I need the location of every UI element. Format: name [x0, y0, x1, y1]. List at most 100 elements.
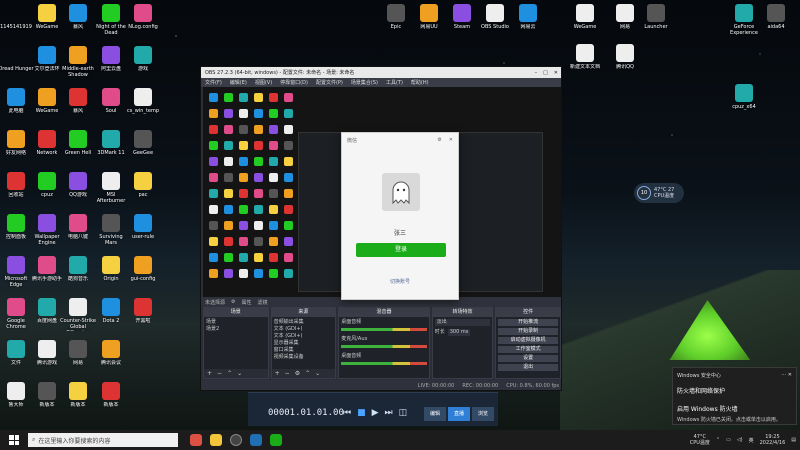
wechat-login-button[interactable]: 登录: [356, 243, 446, 257]
right-2-icon-0[interactable]: Launcher: [638, 4, 674, 30]
control-button-2[interactable]: 启动虚拟摄像机: [498, 337, 558, 344]
top-4-icon-0[interactable]: 网易云: [510, 4, 546, 30]
obs-menu-0[interactable]: 文件(F): [205, 79, 222, 86]
start-button[interactable]: [6, 432, 22, 448]
source-item-5[interactable]: 视频采集设备: [274, 354, 334, 361]
left-col3-icon-3[interactable]: Green Hell: [60, 130, 96, 156]
wechat-icon[interactable]: [270, 434, 282, 446]
left-col3-icon-6[interactable]: 酷狗音乐: [60, 256, 96, 282]
top-1-icon-0[interactable]: 网易UU: [411, 4, 447, 30]
control-button-1[interactable]: 开始录制: [498, 328, 558, 335]
left-col3-icon-9[interactable]: 新版本: [60, 382, 96, 408]
obs-menu-5[interactable]: 场景集合(S): [351, 79, 378, 86]
next-icon[interactable]: ⏭: [385, 408, 393, 418]
chrome-icon[interactable]: [190, 434, 202, 446]
left-col4-icon-6[interactable]: Origin: [93, 256, 129, 282]
add-icon[interactable]: +: [207, 370, 212, 377]
left-col4-icon-9[interactable]: 新版本: [93, 382, 129, 408]
left-col5-icon-4[interactable]: pac: [125, 172, 161, 198]
prev-icon[interactable]: ⏮: [343, 408, 351, 418]
taskbar-search-input[interactable]: ⌕ 在这里输入你要搜索的内容: [28, 433, 178, 447]
scene-item-1[interactable]: 场景2: [206, 326, 266, 333]
left-col5-icon-5[interactable]: user-rule: [125, 214, 161, 240]
source-item-2[interactable]: 文本 (GDI+): [274, 333, 334, 340]
close-icon[interactable]: ✕: [554, 70, 558, 76]
left-col3-icon-5[interactable]: 电脑八键: [60, 214, 96, 240]
obs-menu-2[interactable]: 视图(V): [255, 79, 272, 86]
minimize-icon[interactable]: –: [535, 70, 538, 76]
source-item-1[interactable]: 文本 (GDI+): [274, 326, 334, 333]
left-col4-icon-7[interactable]: Dota 2: [93, 298, 129, 324]
right-3-icon-0[interactable]: GeForce Experience: [726, 4, 762, 36]
right-0-icon-0[interactable]: WeGame: [567, 4, 603, 30]
wechat-titlebar[interactable]: 微信 ⚙ ✕: [342, 133, 458, 147]
control-button-3[interactable]: 工作室模式: [498, 346, 558, 353]
vr-icon[interactable]: ◫: [399, 408, 408, 418]
control-button-4[interactable]: 设置: [498, 355, 558, 362]
left-col5-icon-2[interactable]: cs_win_temp: [125, 88, 161, 114]
more-icon[interactable]: ⋯: [781, 372, 786, 378]
left-col4-icon-0[interactable]: Night of the Dead: [93, 4, 129, 36]
remove-icon[interactable]: −: [285, 370, 290, 377]
left-col3-icon-8[interactable]: 网易: [60, 340, 96, 366]
obs-titlebar[interactable]: OBS 27.2.3 (64-bit, windows) - 配置文件: 未命名…: [201, 67, 561, 78]
left-col5-icon-0[interactable]: NLog.config: [125, 4, 161, 30]
steam-icon[interactable]: [250, 434, 262, 446]
left-col3-icon-2[interactable]: 暴风: [60, 88, 96, 114]
volume-slider[interactable]: [341, 362, 427, 365]
obs-menu-1[interactable]: 编辑(E): [230, 79, 247, 86]
source-item-4[interactable]: 窗口采集: [274, 347, 334, 354]
notification-icon[interactable]: ▤: [791, 437, 796, 443]
volume-slider[interactable]: [341, 328, 427, 331]
up-icon[interactable]: ⌃: [227, 370, 232, 377]
properties-button[interactable]: 属性: [242, 299, 252, 306]
taskbar-clock[interactable]: 19:25 2022/4/16: [760, 434, 786, 446]
settings-icon[interactable]: ⚙: [437, 137, 441, 143]
obs-menu-6[interactable]: 工具(T): [386, 79, 403, 86]
obs-menu-3[interactable]: 停靠窗口(D): [280, 79, 308, 86]
obs-menu-4[interactable]: 配置文件(P): [316, 79, 343, 86]
player-edit-button[interactable]: 编辑: [424, 407, 446, 421]
top-2-icon-0[interactable]: Steam: [444, 4, 480, 30]
left-col4-icon-2[interactable]: Soul: [93, 88, 129, 114]
tray-up-icon[interactable]: ⌃: [716, 437, 720, 443]
security-toast[interactable]: Windows 安全中心 ⋯ ✕ 防火墙和网络保护 启用 Windows 防火墙…: [672, 367, 797, 425]
obs-menu-7[interactable]: 帮助(H): [411, 79, 429, 86]
wechat-login-window[interactable]: 微信 ⚙ ✕ 张三 登录 切换账号: [341, 132, 459, 300]
language-indicator[interactable]: 英: [749, 437, 754, 444]
remove-icon[interactable]: −: [217, 370, 222, 377]
file-explorer-icon[interactable]: [210, 434, 222, 446]
left-col5-icon-3[interactable]: GeeGee: [125, 130, 161, 156]
right-7-icon-0[interactable]: cpuz_x64: [726, 84, 762, 110]
gear-icon[interactable]: ⚙: [231, 299, 235, 305]
down-icon[interactable]: ⌄: [315, 370, 320, 377]
right-4-icon-0[interactable]: aida64: [758, 4, 794, 30]
left-col4-icon-5[interactable]: Surviving Mars: [93, 214, 129, 246]
left-col3-icon-1[interactable]: Middle-earth Shadow: [60, 46, 96, 78]
volume-slider[interactable]: [341, 345, 427, 348]
left-col3-icon-4[interactable]: QQ游戏: [60, 172, 96, 198]
top-3-icon-0[interactable]: OBS Studio: [477, 4, 513, 30]
volume-icon[interactable]: ◁): [737, 437, 743, 443]
transition-duration-input[interactable]: 300 ms: [447, 329, 471, 336]
left-col4-icon-8[interactable]: 腾讯会议: [93, 340, 129, 366]
source-item-0[interactable]: 音频输出采集: [274, 319, 334, 326]
left-col4-icon-1[interactable]: 阿里云盘: [93, 46, 129, 72]
left-col3-icon-0[interactable]: 暴风: [60, 4, 96, 30]
close-icon[interactable]: ✕: [788, 372, 792, 378]
gear-icon[interactable]: ⚙: [295, 370, 300, 377]
wechat-switch-account-link[interactable]: 切换账号: [342, 278, 458, 285]
filters-button[interactable]: 滤镜: [258, 299, 268, 306]
control-button-5[interactable]: 退出: [498, 364, 558, 371]
left-col5-icon-1[interactable]: 游戏: [125, 46, 161, 72]
down-icon[interactable]: ⌄: [237, 370, 242, 377]
maximize-icon[interactable]: □: [543, 70, 548, 76]
left-col4-icon-4[interactable]: MSI Afterburner: [93, 172, 129, 204]
up-icon[interactable]: ⌃: [305, 370, 310, 377]
player-live-button[interactable]: 直播: [448, 407, 470, 421]
play-icon[interactable]: ▶: [372, 408, 379, 418]
network-icon[interactable]: ▭: [726, 437, 731, 443]
left-col5-icon-6[interactable]: gui-config: [125, 256, 161, 282]
stop-icon[interactable]: ■: [357, 408, 366, 418]
transition-select[interactable]: 淡出: [434, 319, 491, 326]
